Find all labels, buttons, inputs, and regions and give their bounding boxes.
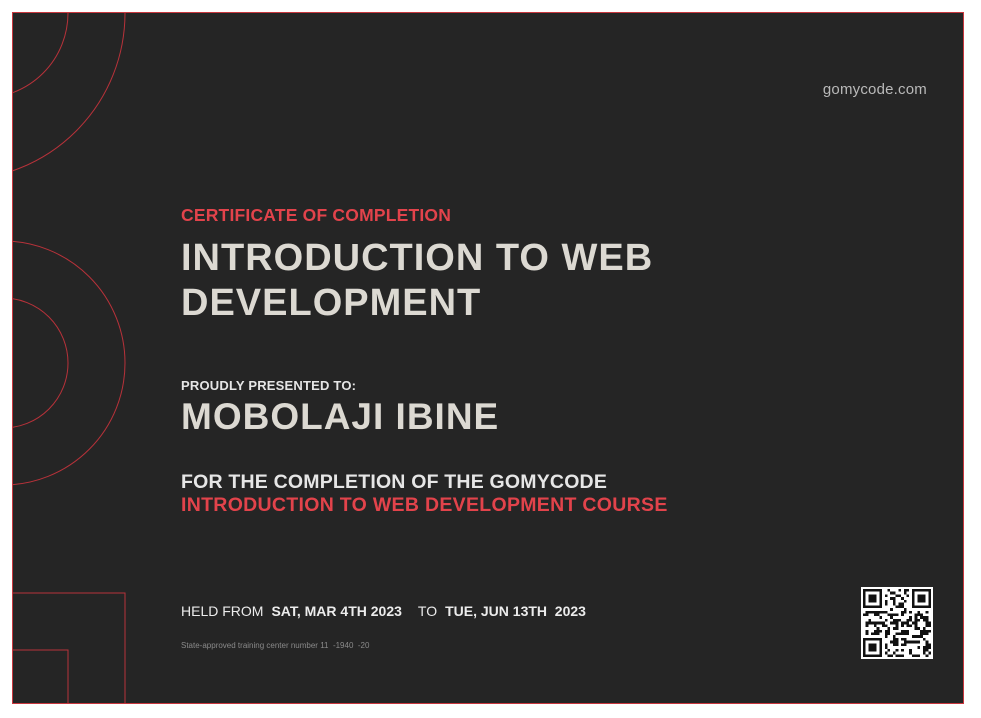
date-range: HELD FROM SAT, MAR 4TH 2023 TO TUE, JUN 13T… [181,603,586,619]
presented-label: PROUDLY PRESENTED TO: [181,378,357,393]
recipient-name: MOBOLAJI IBINE [181,396,500,437]
qr-code-graphic [863,589,931,657]
certificate-kicker: CERTIFICATE OF COMPLETION [181,205,452,225]
qr-code-icon [861,587,933,659]
deco-arc-mid-large [13,240,126,486]
course-title: INTRODUCTION TO WEB DEVELOPMENT [181,236,821,326]
held-from-label: HELD FROM [181,603,264,619]
start-date: SAT, MAR 4TH 2023 [271,603,402,619]
website-label: gomycode.com [822,81,927,98]
deco-square-inner [13,649,69,703]
end-date: TUE, JUN 13TH 2023 [445,603,586,619]
accreditation-note: State-approved training center number 11… [181,641,370,650]
certificate-body: CERTIFICATE OF COMPLETION INTRODUCTION T… [181,205,821,517]
deco-arc-top-small [13,13,69,94]
course-title-line2: DEVELOPMENT [181,282,482,324]
deco-arc-mid-small [13,298,69,428]
deco-arc-top-large [13,13,126,172]
course-title-line1: INTRODUCTION TO WEB [181,237,654,279]
completion-line1: FOR THE COMPLETION OF THE GOMYCODE [181,471,608,493]
certificate: gomycode.com CERTIFICATE OF COMPLETION I… [12,12,964,704]
completion-statement: FOR THE COMPLETION OF THE GOMYCODE INTRO… [181,471,821,517]
completion-line2: INTRODUCTION TO WEB DEVELOPMENT COURSE [181,494,668,516]
to-label: TO [417,603,438,619]
deco-square-outer [13,592,126,703]
